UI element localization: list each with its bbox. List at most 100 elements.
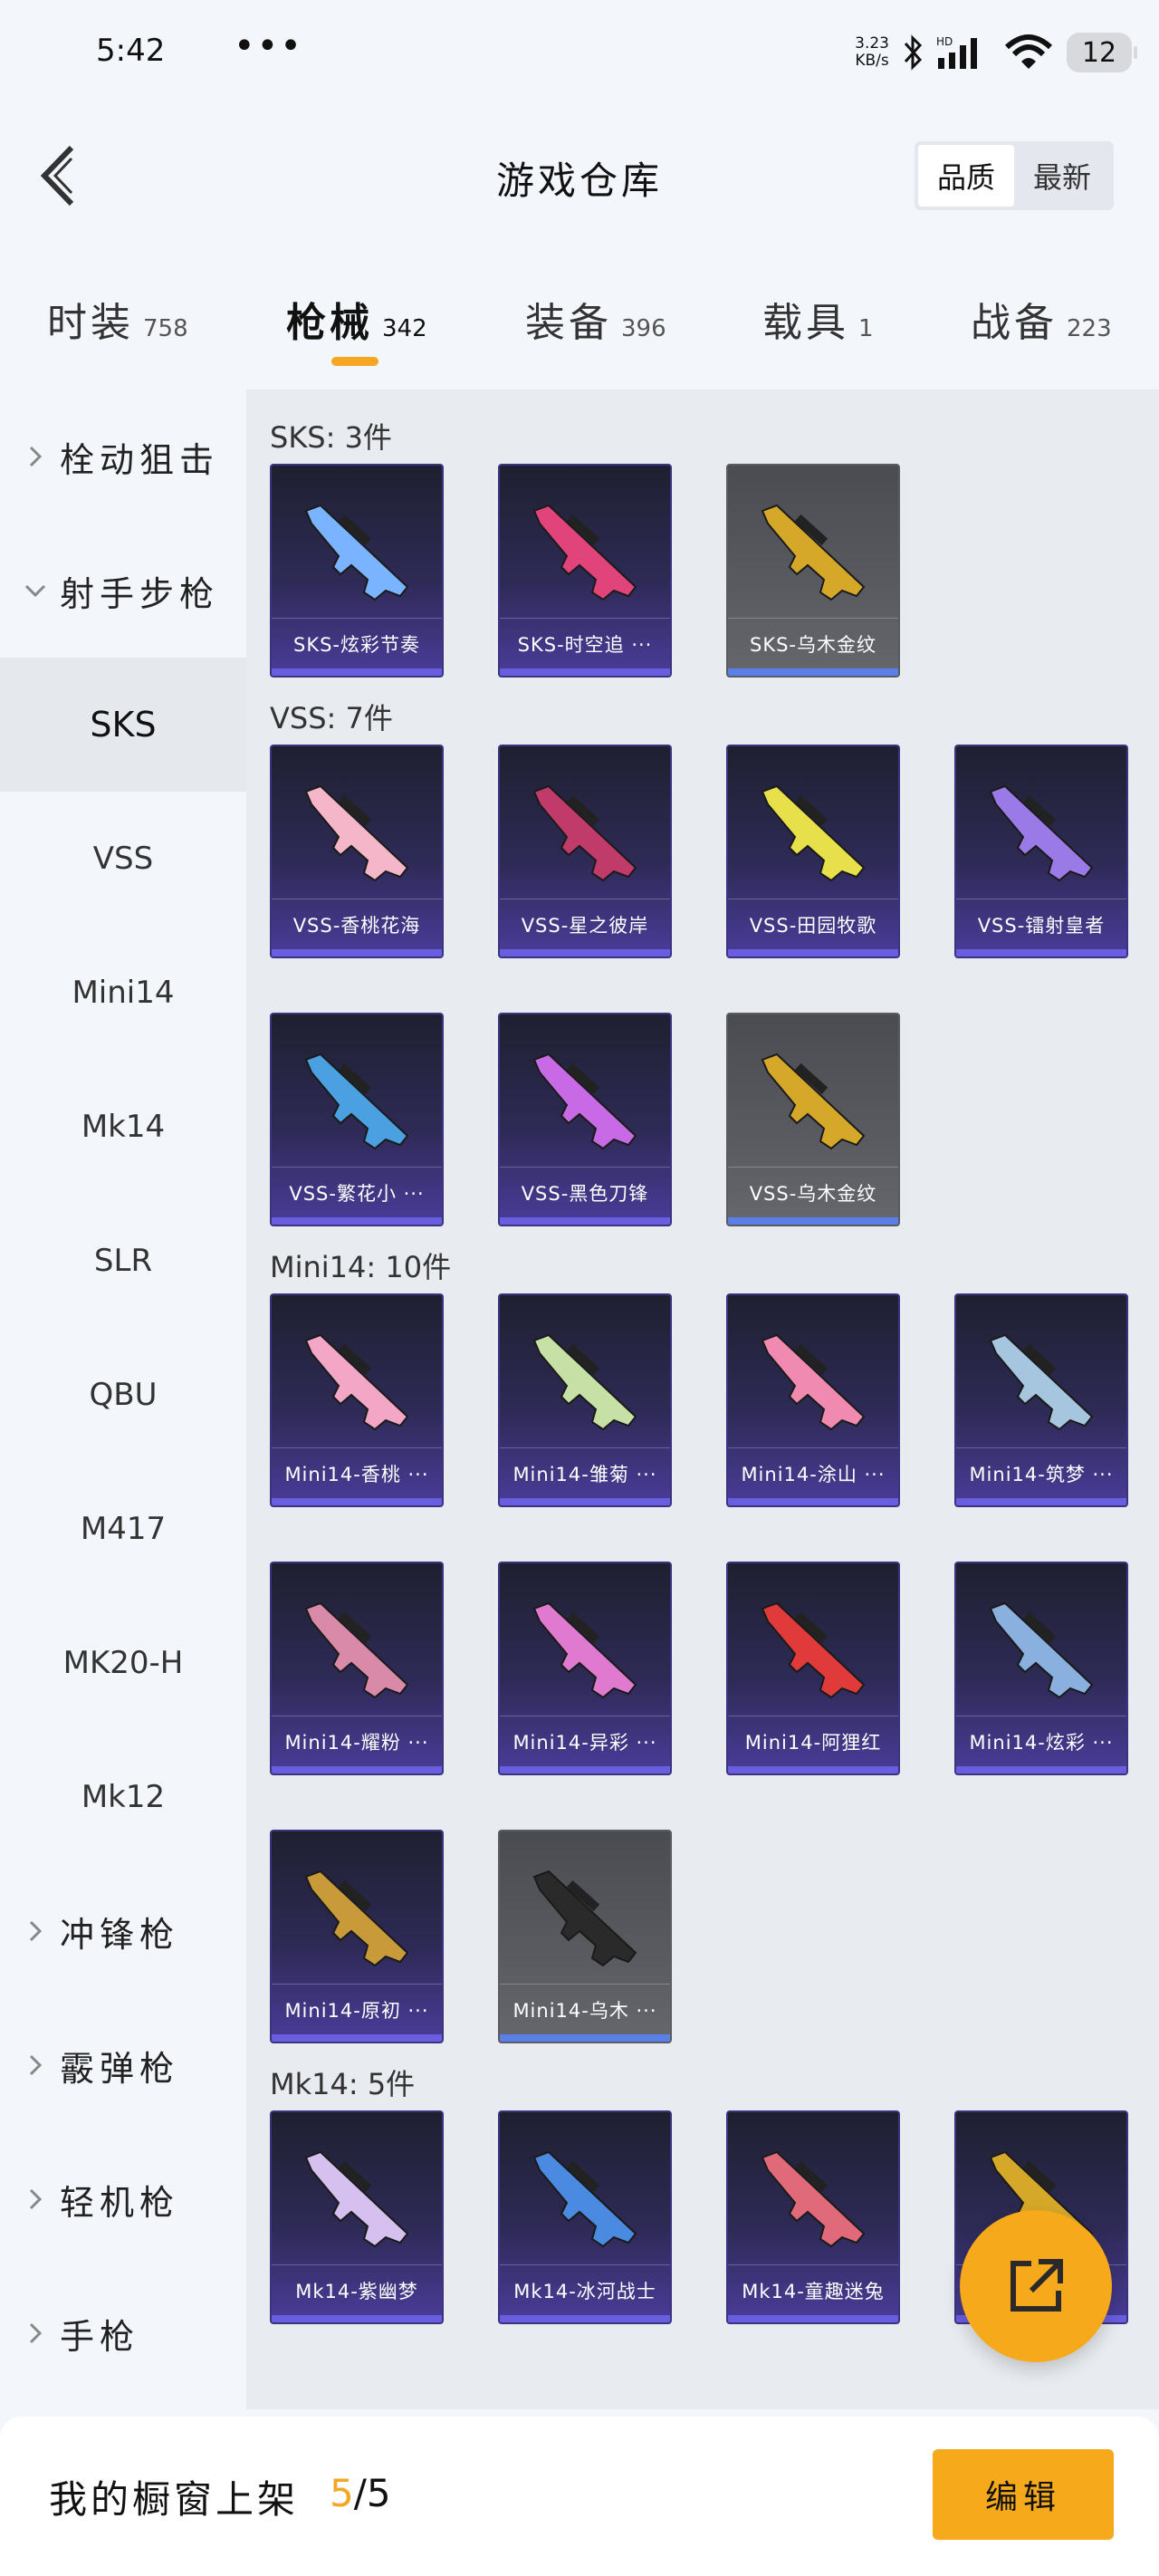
item-card[interactable]: Mini14-乌木 ···	[498, 1830, 672, 2043]
item-name: Mini14-乌木 ···	[500, 1984, 670, 2034]
status-bar: 5:42 ••• 3.23 KB/s HD 12	[0, 0, 1159, 109]
weapon-skin-icon	[304, 1333, 409, 1431]
weapon-skin-icon	[761, 784, 866, 882]
share-button[interactable]	[960, 2210, 1112, 2362]
rarity-bar	[272, 2315, 442, 2322]
svg-text:HD: HD	[936, 35, 953, 48]
status-more-icon: •••	[234, 25, 303, 67]
tab-count: 1	[858, 315, 874, 342]
tab-firearms[interactable]: 枪械 342	[286, 290, 427, 348]
header: 游戏仓库 品质 最新	[0, 109, 1159, 243]
showcase-label: 我的橱窗上架	[49, 2477, 300, 2522]
item-card[interactable]: Mk14-紫幽梦	[270, 2110, 444, 2324]
item-card[interactable]: Mini14-耀粉 ···	[270, 1562, 444, 1775]
item-name: Mini14-异彩 ···	[500, 1716, 670, 1766]
sidebar-item-mini14[interactable]: Mini14	[0, 926, 246, 1060]
sidebar-group-marksman-rifle[interactable]: 射手步枪	[0, 524, 246, 658]
item-card[interactable]: Mk14-冰河战士	[498, 2110, 672, 2324]
item-card[interactable]: SKS-乌木金纹	[726, 464, 900, 678]
battery-indicator: 12	[1067, 33, 1137, 72]
sidebar-group-lmg[interactable]: 轻机枪	[0, 2132, 246, 2266]
rarity-bar	[272, 668, 442, 676]
item-name: Mk14-紫幽梦	[272, 2264, 442, 2315]
weapon-skin-icon	[532, 504, 637, 601]
sidebar-item-label: Mk14	[81, 1109, 166, 1145]
section-title: VSS: 7件	[270, 701, 393, 735]
weapon-skin-icon	[304, 1601, 409, 1699]
weapon-skin-icon	[304, 504, 409, 601]
chevron-right-icon	[24, 446, 47, 467]
sidebar-group-smg[interactable]: 冲锋枪	[0, 1864, 246, 1998]
rarity-bar	[728, 668, 898, 676]
sidebar-item-mk20h[interactable]: MK20-H	[0, 1596, 246, 1730]
showcase-bar: 我的橱窗上架 5/5 编辑	[0, 2417, 1159, 2576]
item-card[interactable]: Mk14-童趣迷兔	[726, 2110, 900, 2324]
item-card[interactable]: SKS-时空追 ···	[498, 464, 672, 678]
weapon-skin-icon	[989, 784, 1094, 882]
item-card[interactable]: SKS-炫彩节奏	[270, 464, 444, 678]
rarity-bar	[728, 1217, 898, 1225]
chevron-right-icon	[24, 2188, 47, 2210]
network-speed: 3.23 KB/s	[855, 35, 889, 70]
sidebar-group-pistol[interactable]: 手枪	[0, 2266, 246, 2400]
sidebar-group-label: 轻机枪	[60, 2182, 180, 2223]
wifi-icon	[1003, 33, 1054, 72]
sidebar-item-label: Mini14	[72, 975, 175, 1011]
item-card[interactable]: Mini14-筑梦 ···	[954, 1293, 1128, 1507]
weapon-skin-icon	[761, 2150, 866, 2248]
sidebar-item-mk12[interactable]: Mk12	[0, 1730, 246, 1864]
sort-quality-button[interactable]: 品质	[918, 145, 1014, 207]
chevron-right-icon	[24, 1920, 47, 1942]
sidebar-group-bolt-sniper[interactable]: 栓动狙击	[0, 389, 246, 524]
rarity-bar	[500, 1766, 670, 1773]
item-name: VSS-黑色刀锋	[500, 1167, 670, 1217]
item-card[interactable]: Mini14-阿狸红	[726, 1562, 900, 1775]
rarity-bar	[272, 1766, 442, 1773]
item-card[interactable]: VSS-繁花小 ···	[270, 1013, 444, 1226]
weapon-skin-icon	[532, 1333, 637, 1431]
chevron-right-icon	[24, 2054, 47, 2076]
sidebar-group-shotgun[interactable]: 霰弹枪	[0, 1998, 246, 2132]
rarity-bar	[728, 949, 898, 956]
sidebar-item-vss[interactable]: VSS	[0, 792, 246, 926]
sort-toggle: 品质 最新	[915, 141, 1114, 210]
item-card[interactable]: Mini14-炫彩 ···	[954, 1562, 1128, 1775]
signal-icon: HD	[936, 34, 991, 71]
sidebar-item-label: SLR	[93, 1243, 153, 1279]
weapon-skin-icon	[532, 1870, 637, 1967]
item-name: SKS-炫彩节奏	[272, 618, 442, 668]
tab-combat-supplies[interactable]: 战备 223	[971, 290, 1112, 348]
item-card[interactable]: VSS-香桃花海	[270, 745, 444, 958]
sidebar-item-sks[interactable]: SKS	[0, 658, 246, 792]
tab-count: 223	[1067, 315, 1112, 342]
section-title: Mk14: 5件	[270, 2067, 416, 2101]
item-card[interactable]: Mini14-原初 ···	[270, 1830, 444, 2043]
item-card[interactable]: VSS-黑色刀锋	[498, 1013, 672, 1226]
item-grid: SKS: 3件 SKS-炫彩节奏 SKS-时空追 ··· SKS-乌木金纹 VSS: 7…	[246, 389, 1159, 2409]
item-card[interactable]: VSS-乌木金纹	[726, 1013, 900, 1226]
sidebar-item-slr[interactable]: SLR	[0, 1194, 246, 1328]
item-card[interactable]: VSS-镭射皇者	[954, 745, 1128, 958]
tab-equipment[interactable]: 装备 396	[525, 290, 666, 348]
item-name: Mini14-耀粉 ···	[272, 1716, 442, 1766]
sidebar-item-m417[interactable]: M417	[0, 1462, 246, 1596]
item-card[interactable]: Mini14-雏菊 ···	[498, 1293, 672, 1507]
rarity-bar	[728, 2315, 898, 2322]
edit-button[interactable]: 编辑	[933, 2449, 1114, 2540]
item-card[interactable]: VSS-星之彼岸	[498, 745, 672, 958]
tab-label: 装备	[525, 300, 612, 346]
item-name: VSS-乌木金纹	[728, 1167, 898, 1217]
tab-vehicles[interactable]: 载具 1	[762, 290, 874, 348]
item-card[interactable]: Mini14-异彩 ···	[498, 1562, 672, 1775]
tab-fashion[interactable]: 时装 758	[47, 290, 188, 348]
item-card[interactable]: Mini14-香桃 ···	[270, 1293, 444, 1507]
sort-newest-button[interactable]: 最新	[1014, 145, 1110, 207]
item-card[interactable]: VSS-田园牧歌	[726, 745, 900, 958]
chevron-right-icon	[24, 2322, 47, 2344]
item-name: VSS-田园牧歌	[728, 899, 898, 949]
sidebar-item-mk14[interactable]: Mk14	[0, 1060, 246, 1194]
item-card[interactable]: Mini14-涂山 ···	[726, 1293, 900, 1507]
item-name: Mini14-雏菊 ···	[500, 1447, 670, 1498]
sidebar-item-qbu[interactable]: QBU	[0, 1328, 246, 1462]
weapon-skin-icon	[761, 1333, 866, 1431]
